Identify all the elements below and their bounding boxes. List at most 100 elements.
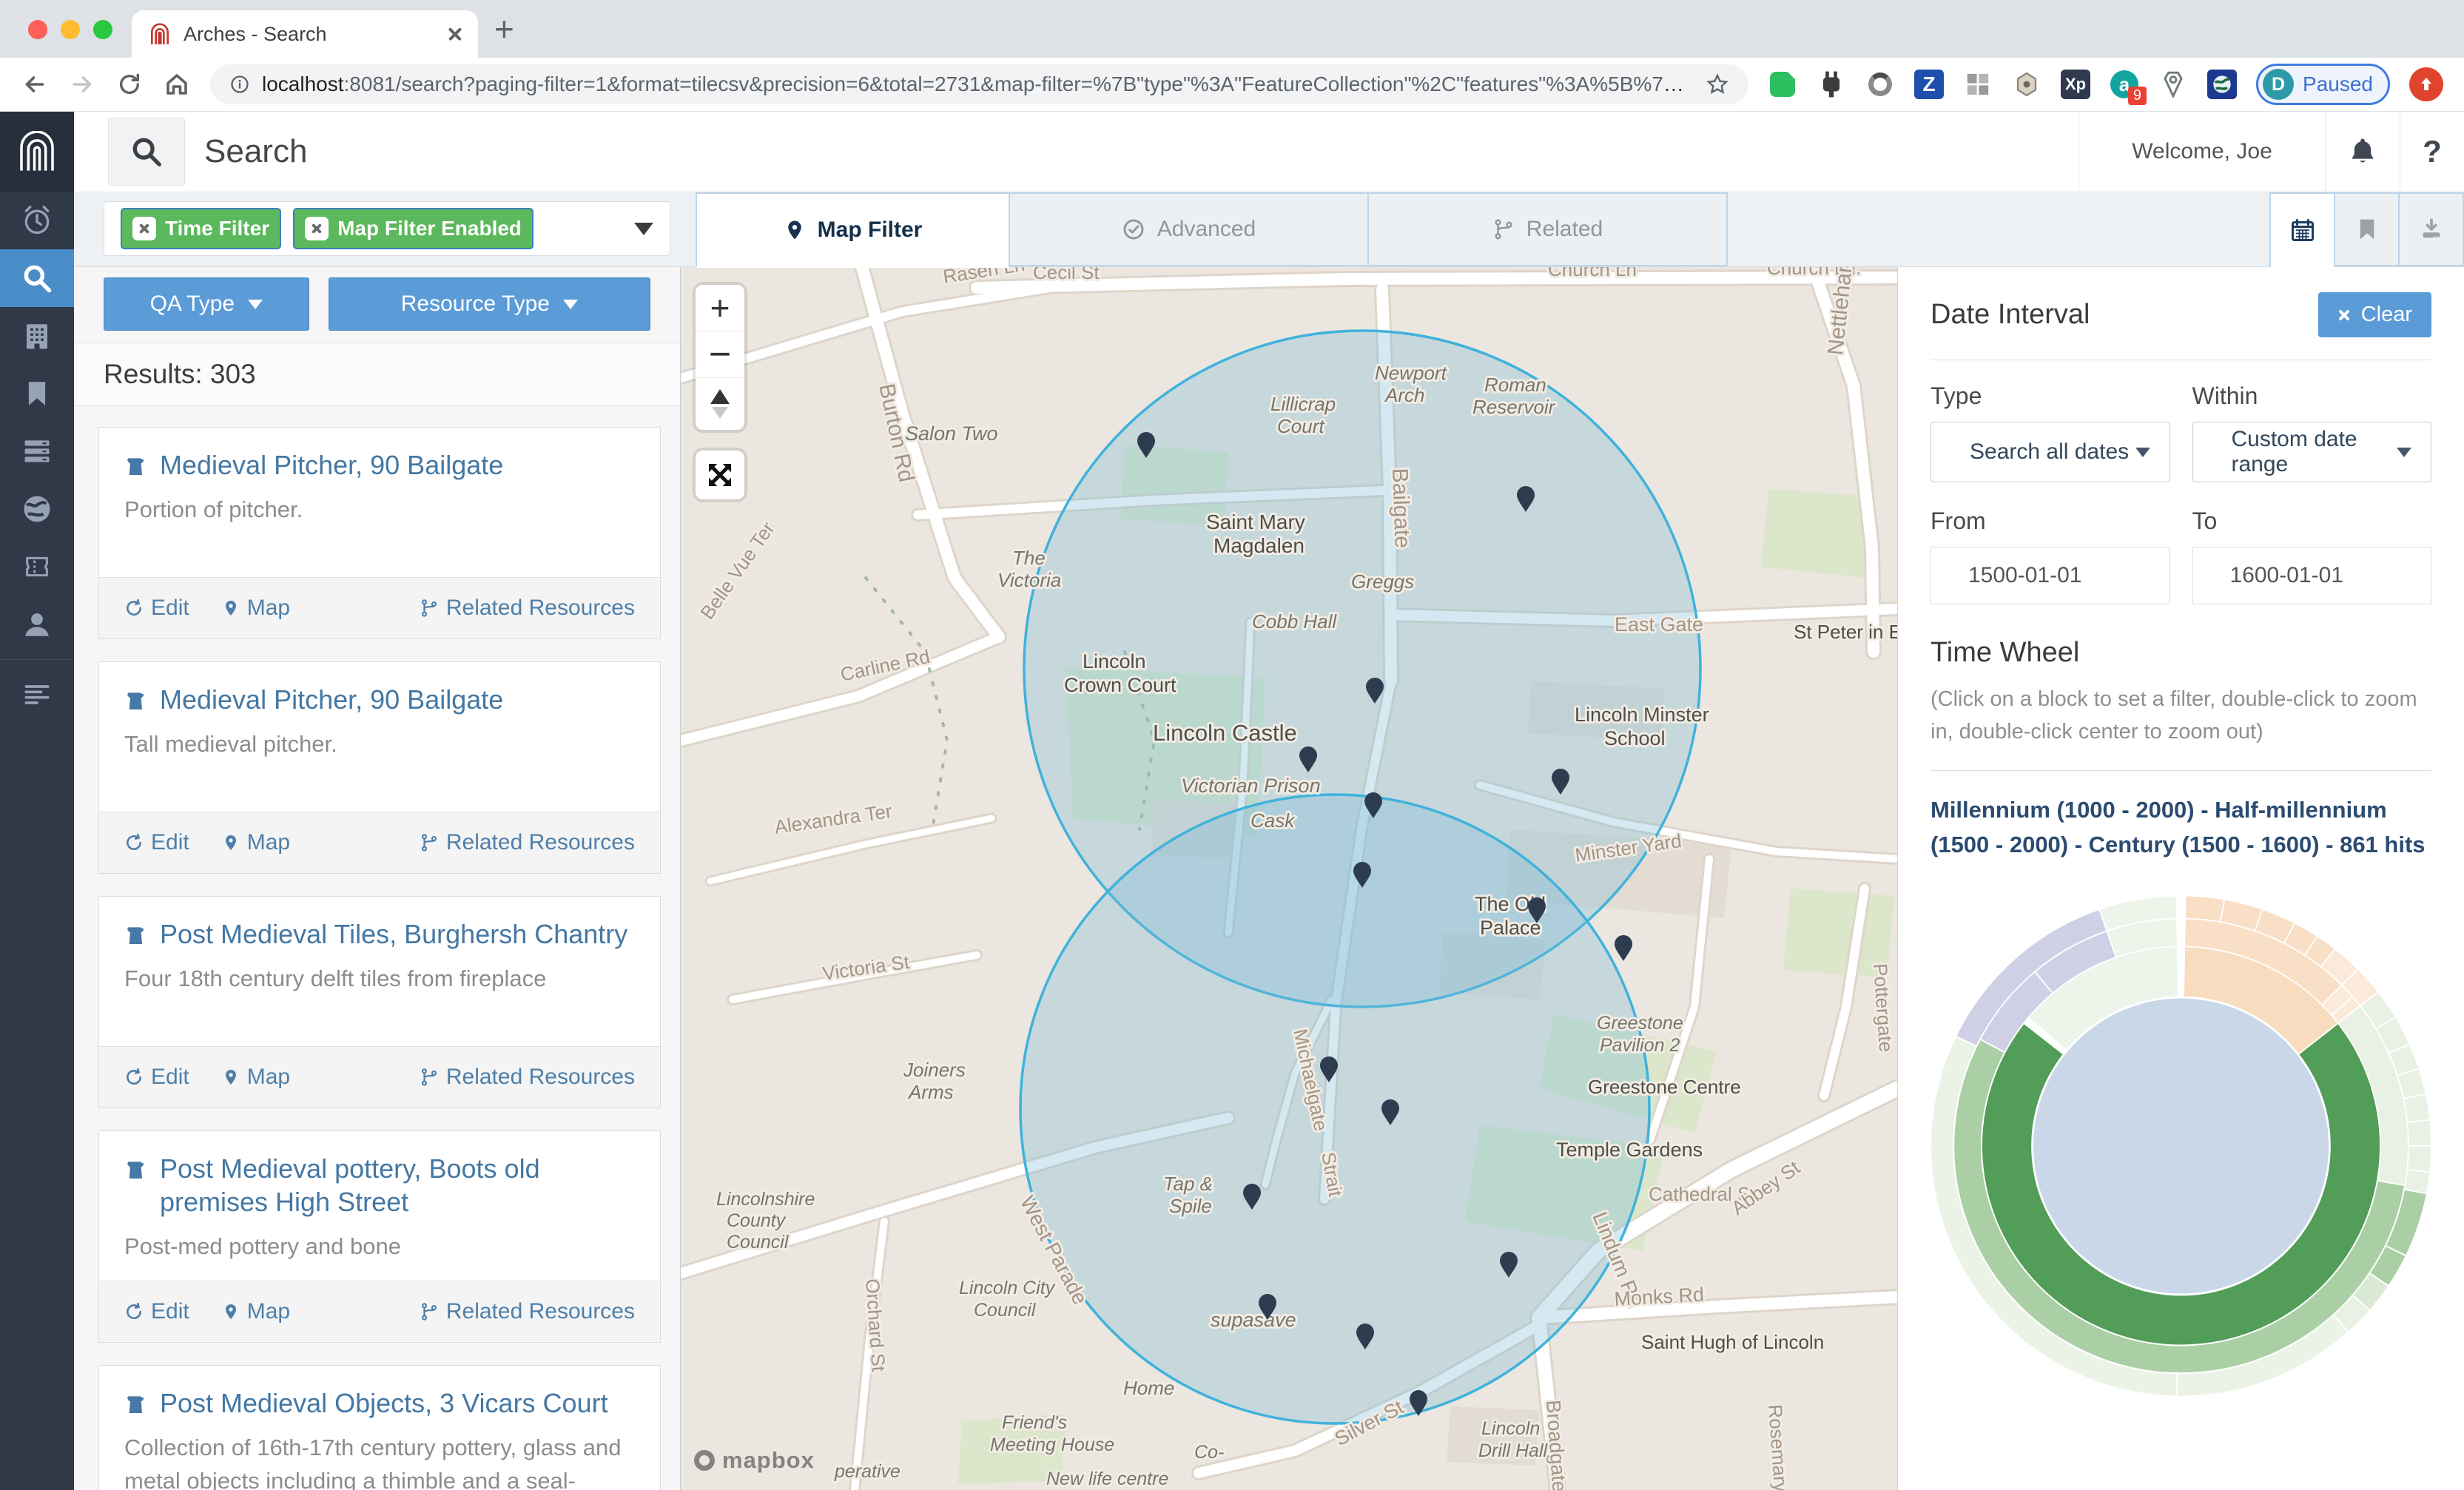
sidebar-divider (0, 659, 74, 660)
sidebar-item-user[interactable] (0, 596, 74, 653)
edit-link[interactable]: Edit (124, 1065, 189, 1090)
to-date-input[interactable]: 1600-01-01 (2192, 547, 2432, 604)
welcome-user[interactable]: Welcome, Joe (2078, 112, 2325, 192)
close-window-button[interactable] (28, 20, 47, 39)
tab-map-filter[interactable]: Map Filter (696, 192, 1010, 268)
date-within-select[interactable]: Custom date range (2192, 422, 2432, 482)
browser-update-icon[interactable] (2409, 67, 2443, 101)
branch-icon (420, 1068, 439, 1087)
edit-link[interactable]: Edit (124, 1299, 189, 1324)
time-wheel-segment[interactable] (2185, 896, 2224, 923)
grid-extension-icon[interactable] (1963, 70, 1993, 99)
result-title-link[interactable]: Medieval Pitcher, 90 Bailgate (160, 448, 503, 482)
url-field[interactable]: localhost:8081/search?paging-filter=1&fo… (210, 64, 1748, 104)
plug-extension-icon[interactable] (1817, 70, 1846, 99)
reload-button[interactable] (115, 70, 144, 98)
search-input[interactable] (203, 132, 2078, 171)
forward-button[interactable] (68, 70, 96, 98)
related-resources-link[interactable]: Related Resources (420, 596, 635, 621)
page-info-icon[interactable] (229, 74, 250, 95)
related-resources-link[interactable]: Related Resources (420, 1065, 635, 1090)
zoom-window-button[interactable] (93, 20, 112, 39)
map-link[interactable]: Map (222, 596, 290, 621)
back-button[interactable] (21, 70, 49, 98)
remove-map-filter-icon[interactable] (305, 217, 329, 240)
bookmark-star-icon[interactable] (1706, 73, 1729, 96)
profile-pill[interactable]: D Paused (2256, 64, 2390, 105)
tab-time-filter[interactable] (2269, 192, 2335, 268)
zotero-extension-icon[interactable]: Z (1914, 70, 1944, 99)
filter-dropdown-caret[interactable] (634, 223, 653, 235)
xp-extension-icon[interactable]: Xp (2061, 70, 2090, 99)
close-tab-icon[interactable] (448, 27, 462, 41)
edit-link[interactable]: Edit (124, 596, 189, 621)
compass-control[interactable] (696, 378, 744, 430)
time-wheel-chart[interactable] (1931, 881, 2431, 1411)
globe-extension-icon[interactable] (2207, 70, 2237, 99)
date-type-select[interactable]: Search all dates (1931, 422, 2170, 482)
result-title-link[interactable]: Post Medieval Objects, 3 Vicars Court (160, 1386, 608, 1420)
result-title-link[interactable]: Post Medieval Tiles, Burghersh Chantry (160, 917, 627, 951)
map-svg[interactable]: Cecil StChurch LnChurch Ln.Rasen LnBurto… (681, 267, 1897, 1490)
result-title-link[interactable]: Medieval Pitcher, 90 Bailgate (160, 683, 503, 716)
time-wheel-segment[interactable] (2407, 1120, 2431, 1146)
from-date-input[interactable]: 1500-01-01 (1931, 547, 2170, 604)
result-card-body: Post Medieval Objects, 3 Vicars Court Co… (99, 1366, 660, 1490)
search-button[interactable] (108, 118, 185, 186)
map-canvas[interactable]: Cecil StChurch LnChurch Ln.Rasen LnBurto… (681, 267, 1897, 1490)
tab-related[interactable]: Related (1367, 192, 1728, 266)
help-button[interactable]: ? (2400, 112, 2464, 192)
map-link[interactable]: Map (222, 1065, 290, 1090)
map-link[interactable]: Map (222, 1299, 290, 1324)
home-button[interactable] (163, 70, 191, 98)
time-wheel-segment[interactable] (2403, 1094, 2430, 1122)
sidebar-item-servers[interactable] (0, 422, 74, 480)
result-title-link[interactable]: Post Medieval pottery, Boots old premise… (160, 1152, 635, 1218)
sidebar-item-bookmarks[interactable] (0, 365, 74, 422)
zoom-in-button[interactable]: + (696, 285, 744, 331)
sidebar-item-ticket[interactable] (0, 538, 74, 596)
sidebar-item-recent[interactable] (0, 192, 74, 249)
map-filter-chip[interactable]: Map Filter Enabled (293, 208, 533, 249)
remove-time-filter-icon[interactable] (132, 217, 156, 240)
qa-type-button[interactable]: QA Type (104, 277, 309, 331)
notifications-button[interactable] (2325, 112, 2400, 192)
resource-type-button[interactable]: Resource Type (329, 277, 650, 331)
map-label: Drill Hall (1478, 1440, 1549, 1461)
sidebar-item-menu[interactable] (0, 666, 74, 724)
map-filter-selection[interactable] (1020, 795, 1649, 1423)
map-link[interactable]: Map (222, 830, 290, 855)
sidebar-item-resource-manager[interactable] (0, 307, 74, 365)
browser-tab[interactable]: Arches - Search (132, 10, 478, 58)
time-filter-chip[interactable]: Time Filter (121, 208, 281, 249)
tab-advanced[interactable]: Advanced (1009, 192, 1369, 266)
app-sidebar (0, 112, 74, 1490)
map-label: Co- (1194, 1442, 1224, 1463)
sidebar-item-globe[interactable] (0, 480, 74, 538)
related-resources-link[interactable]: Related Resources (420, 1299, 635, 1324)
arches-logo[interactable] (0, 112, 74, 192)
sidebar-item-search[interactable] (0, 249, 74, 307)
ring-extension-icon[interactable] (1865, 70, 1895, 99)
minimize-window-button[interactable] (61, 20, 80, 39)
window-controls[interactable] (28, 20, 112, 39)
tab-export[interactable] (2398, 192, 2464, 266)
time-wheel-segment[interactable] (2407, 1146, 2431, 1172)
map-label: Magdalen (1214, 534, 1305, 557)
tab-saved-searches[interactable] (2334, 192, 2400, 266)
edit-link[interactable]: Edit (124, 830, 189, 855)
map-label: Greestone (1597, 1013, 1683, 1034)
search-filter-input[interactable]: Time Filter Map Filter Enabled (104, 201, 670, 256)
map-expand-button[interactable] (696, 451, 744, 499)
related-resources-link[interactable]: Related Resources (420, 830, 635, 855)
geojson-extension-icon[interactable] (2012, 70, 2041, 99)
time-wheel-center[interactable] (2033, 998, 2329, 1293)
mapbox-attribution[interactable]: mapbox (694, 1447, 815, 1474)
clear-button[interactable]: Clear (2318, 292, 2431, 337)
new-tab-button[interactable]: + (494, 9, 514, 49)
zoom-out-button[interactable]: − (696, 331, 744, 378)
map-pin[interactable] (1615, 935, 1632, 961)
outline-extension-icon[interactable] (2158, 70, 2188, 99)
evernote-extension-icon[interactable] (1768, 70, 1797, 99)
a-extension-icon[interactable]: a9 (2110, 70, 2139, 99)
